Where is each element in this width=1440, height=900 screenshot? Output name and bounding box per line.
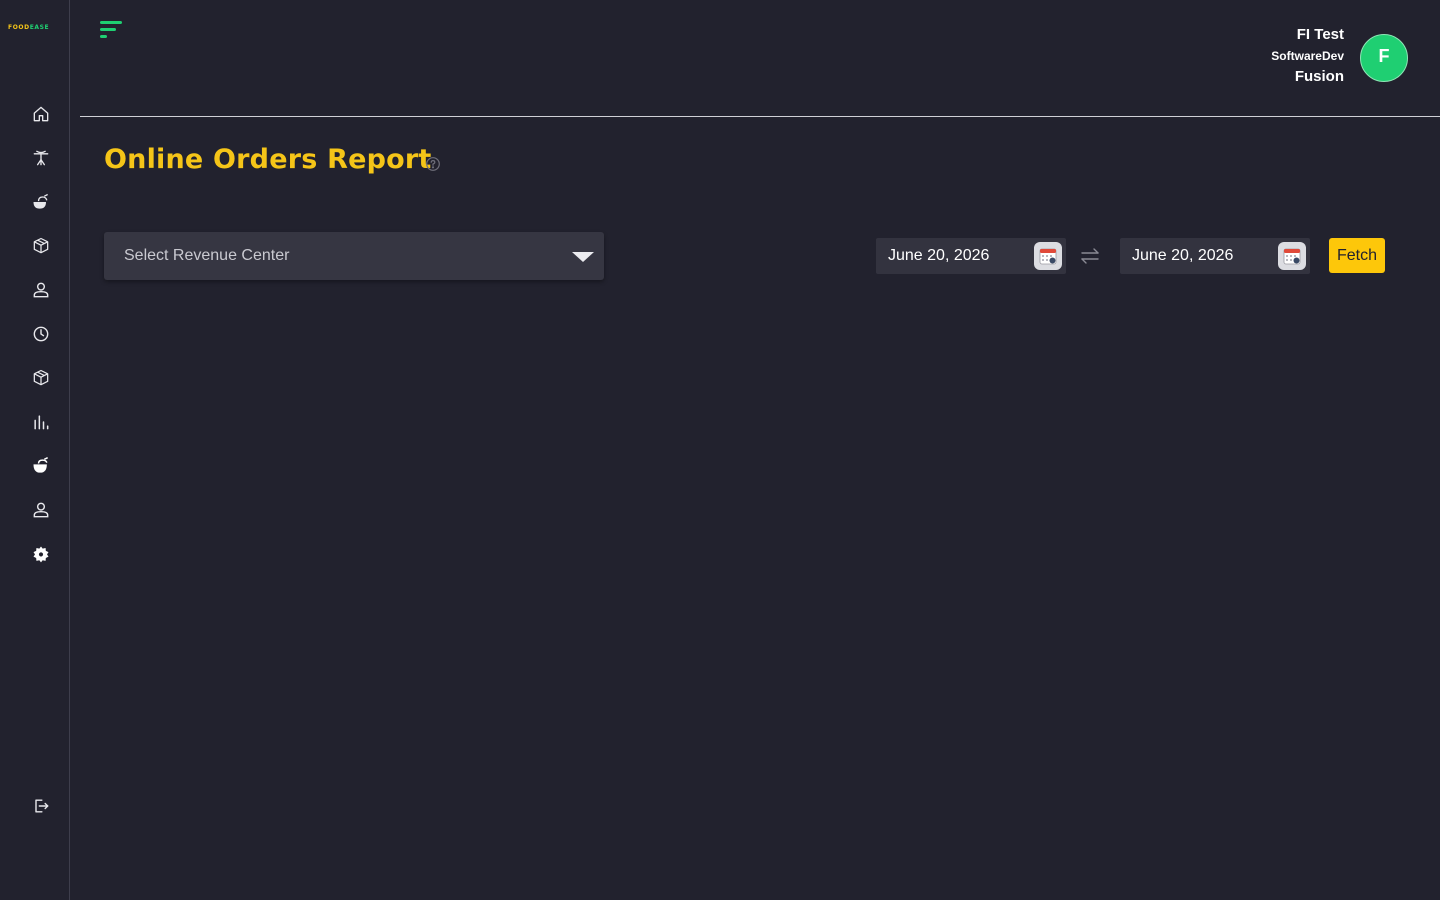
user-company: Fusion bbox=[1294, 68, 1344, 85]
food-solid-icon[interactable] bbox=[29, 454, 53, 478]
avatar[interactable]: F bbox=[1360, 34, 1408, 82]
food-icon[interactable] bbox=[29, 190, 53, 214]
user-info: FI Test SoftwareDev Fusion bbox=[1271, 25, 1344, 87]
home-icon[interactable] bbox=[29, 102, 53, 126]
bar-chart-icon[interactable] bbox=[29, 410, 53, 434]
gear-icon[interactable] bbox=[29, 542, 53, 566]
clock-icon[interactable] bbox=[29, 322, 53, 346]
help-icon[interactable] bbox=[425, 156, 441, 172]
swap-icon bbox=[1079, 246, 1101, 266]
box-icon[interactable] bbox=[29, 234, 53, 258]
logout-icon[interactable] bbox=[29, 794, 53, 818]
menu-toggle-button[interactable] bbox=[98, 20, 124, 42]
logo-text-food: FOOD bbox=[8, 24, 30, 31]
page-title: Online Orders Report bbox=[104, 144, 432, 175]
fetch-button[interactable]: Fetch bbox=[1329, 238, 1385, 273]
sidebar: FOODEASE bbox=[0, 0, 70, 900]
user-icon[interactable] bbox=[29, 278, 53, 302]
revenue-center-placeholder: Select Revenue Center bbox=[124, 247, 290, 264]
chevron-down-icon[interactable] bbox=[572, 252, 594, 262]
calendar-icon[interactable] bbox=[1034, 242, 1062, 270]
logo-text-ease: EASE bbox=[29, 24, 50, 31]
start-date-field[interactable]: June 20, 2026 bbox=[876, 238, 1066, 274]
revenue-center-select[interactable]: Select Revenue Center bbox=[104, 232, 604, 280]
end-date-field[interactable]: June 20, 2026 bbox=[1120, 238, 1310, 274]
user-name: FI Test bbox=[1296, 26, 1344, 43]
calendar-icon[interactable] bbox=[1278, 242, 1306, 270]
brand-logo[interactable]: FOODEASE bbox=[8, 23, 60, 33]
dining-table-icon[interactable] bbox=[29, 146, 53, 170]
package-icon[interactable] bbox=[29, 366, 53, 390]
user-role: SoftwareDev bbox=[1271, 49, 1344, 63]
person-icon[interactable] bbox=[29, 498, 53, 522]
header-divider bbox=[80, 116, 1440, 117]
